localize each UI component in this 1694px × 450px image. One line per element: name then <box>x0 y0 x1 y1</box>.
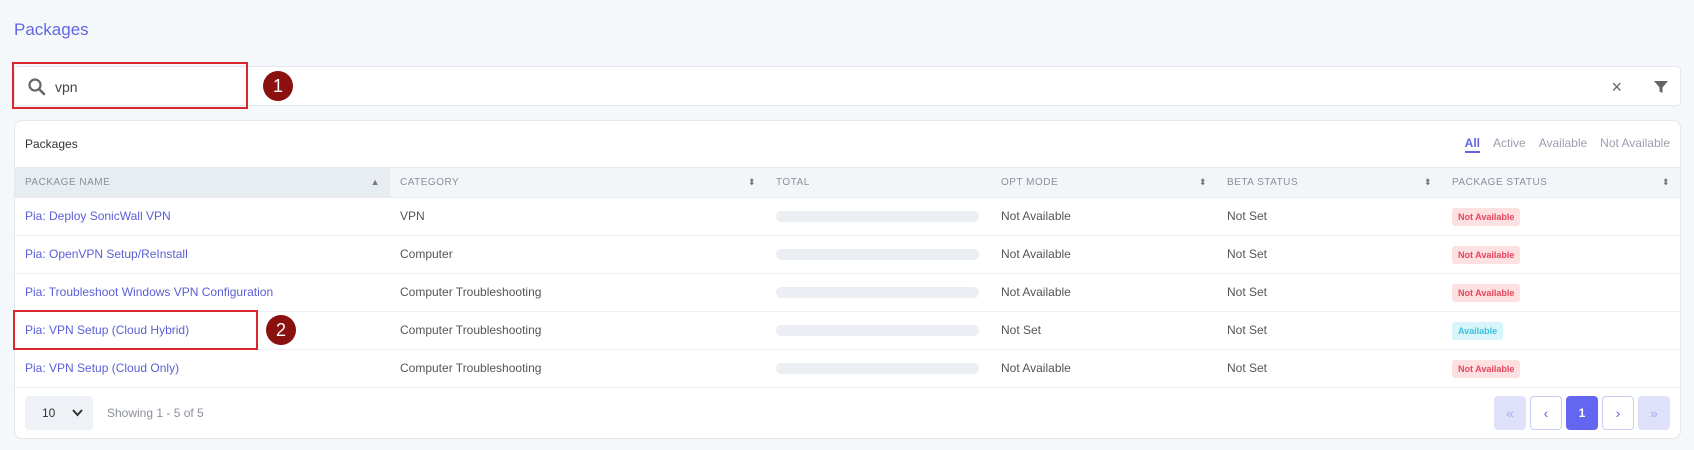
sort-icon: ⬍ <box>1423 177 1432 187</box>
table-row: Pia: Troubleshoot Windows VPN Configurat… <box>15 274 1680 312</box>
pagination: « ‹ 1 › » <box>1494 396 1670 430</box>
package-name-link[interactable]: Pia: VPN Setup (Cloud Only) <box>15 350 390 387</box>
packages-table: PACKAGE NAME ▲ CATEGORY ⬍ TOTAL OPT MODE… <box>15 167 1680 388</box>
tab-all[interactable]: All <box>1464 136 1480 153</box>
close-icon[interactable]: × <box>1611 76 1622 98</box>
column-header-opt-mode[interactable]: OPT MODE ⬍ <box>991 168 1217 197</box>
search-input[interactable] <box>55 76 235 98</box>
status-badge: Not Available <box>1452 283 1521 302</box>
opt-mode-cell: Not Available <box>1001 361 1071 375</box>
page-button-current[interactable]: 1 <box>1566 396 1598 430</box>
total-progress-bar <box>776 287 979 298</box>
card-title: Packages <box>25 137 78 151</box>
category-cell: Computer Troubleshooting <box>400 323 542 337</box>
sort-ascending-icon: ▲ <box>370 177 380 187</box>
first-page-button[interactable]: « <box>1494 396 1526 430</box>
package-status-cell: Not Available <box>1442 350 1680 387</box>
column-label: CATEGORY <box>400 177 460 188</box>
total-cell <box>766 274 991 311</box>
opt-mode-cell: Not Available <box>1001 209 1071 223</box>
next-page-button[interactable]: › <box>1602 396 1634 430</box>
page-size-value: 10 <box>42 406 56 420</box>
total-cell <box>766 198 991 235</box>
package-name-link[interactable]: Pia: Deploy SonicWall VPN <box>15 198 390 235</box>
package-status-cell: Not Available <box>1442 236 1680 273</box>
status-badge: Available <box>1452 321 1504 340</box>
column-label: OPT MODE <box>1001 177 1059 188</box>
column-label: BETA STATUS <box>1227 177 1299 188</box>
package-status-cell: Not Available <box>1442 198 1680 235</box>
package-name-link[interactable]: Pia: OpenVPN Setup/ReInstall <box>15 236 390 273</box>
sort-icon: ⬍ <box>1198 177 1207 187</box>
column-label: PACKAGE STATUS <box>1452 177 1548 188</box>
beta-status-cell: Not Set <box>1227 247 1268 261</box>
table-row: Pia: OpenVPN Setup/ReInstall Computer No… <box>15 236 1680 274</box>
total-progress-bar <box>776 325 979 336</box>
status-badge: Not Available <box>1452 359 1521 378</box>
category-cell: Computer <box>400 247 453 261</box>
table-row: Pia: VPN Setup (Cloud Only) Computer Tro… <box>15 350 1680 388</box>
tab-not-available[interactable]: Not Available <box>1600 136 1670 153</box>
sort-icon: ⬍ <box>1661 177 1670 187</box>
opt-mode-cell: Not Available <box>1001 247 1071 261</box>
beta-status-cell: Not Set <box>1227 323 1268 337</box>
previous-page-button[interactable]: ‹ <box>1530 396 1562 430</box>
chevron-down-icon <box>72 396 83 443</box>
column-header-category[interactable]: CATEGORY ⬍ <box>390 168 766 197</box>
table-row: Pia: VPN Setup (Cloud Hybrid) Computer T… <box>15 312 1680 350</box>
table-footer: 10 Showing 1 - 5 of 5 « ‹ 1 › » <box>25 396 1670 430</box>
column-label: PACKAGE NAME <box>25 177 111 188</box>
column-label: TOTAL <box>776 177 810 188</box>
packages-card: Packages All Active Available Not Availa… <box>14 120 1681 439</box>
table-row: Pia: Deploy SonicWall VPN VPN Not Availa… <box>15 198 1680 236</box>
package-name-link[interactable]: Pia: Troubleshoot Windows VPN Configurat… <box>15 274 390 311</box>
tab-available[interactable]: Available <box>1539 136 1587 153</box>
search-icon <box>27 77 47 97</box>
package-status-cell: Not Available <box>1442 274 1680 311</box>
status-badge: Not Available <box>1452 207 1521 226</box>
total-cell <box>766 236 991 273</box>
opt-mode-cell: Not Available <box>1001 285 1071 299</box>
annotation-badge-1: 1 <box>263 71 293 101</box>
annotation-badge-2: 2 <box>266 315 296 345</box>
package-status-cell: Available <box>1442 312 1680 349</box>
table-header: PACKAGE NAME ▲ CATEGORY ⬍ TOTAL OPT MODE… <box>15 167 1680 198</box>
page-size-select[interactable]: 10 <box>25 396 93 430</box>
total-progress-bar <box>776 363 979 374</box>
category-cell: Computer Troubleshooting <box>400 285 542 299</box>
category-cell: VPN <box>400 209 425 223</box>
total-progress-bar <box>776 249 979 260</box>
total-cell <box>766 312 991 349</box>
column-header-total: TOTAL <box>766 168 991 197</box>
status-badge: Not Available <box>1452 245 1521 264</box>
category-cell: Computer Troubleshooting <box>400 361 542 375</box>
column-header-package-name[interactable]: PACKAGE NAME ▲ <box>15 168 390 197</box>
beta-status-cell: Not Set <box>1227 361 1268 375</box>
last-page-button[interactable]: » <box>1638 396 1670 430</box>
beta-status-cell: Not Set <box>1227 209 1268 223</box>
filter-icon[interactable] <box>1652 78 1670 96</box>
column-header-package-status[interactable]: PACKAGE STATUS ⬍ <box>1442 168 1680 197</box>
package-name-link[interactable]: Pia: VPN Setup (Cloud Hybrid) <box>15 312 390 349</box>
opt-mode-cell: Not Set <box>1001 323 1042 337</box>
tab-active[interactable]: Active <box>1493 136 1526 153</box>
beta-status-cell: Not Set <box>1227 285 1268 299</box>
sort-icon: ⬍ <box>747 177 756 187</box>
total-progress-bar <box>776 211 979 222</box>
page-title: Packages <box>14 20 89 39</box>
status-tabs: All Active Available Not Available <box>1464 136 1670 153</box>
pagination-summary: Showing 1 - 5 of 5 <box>107 406 204 420</box>
total-cell <box>766 350 991 387</box>
column-header-beta-status[interactable]: BETA STATUS ⬍ <box>1217 168 1442 197</box>
